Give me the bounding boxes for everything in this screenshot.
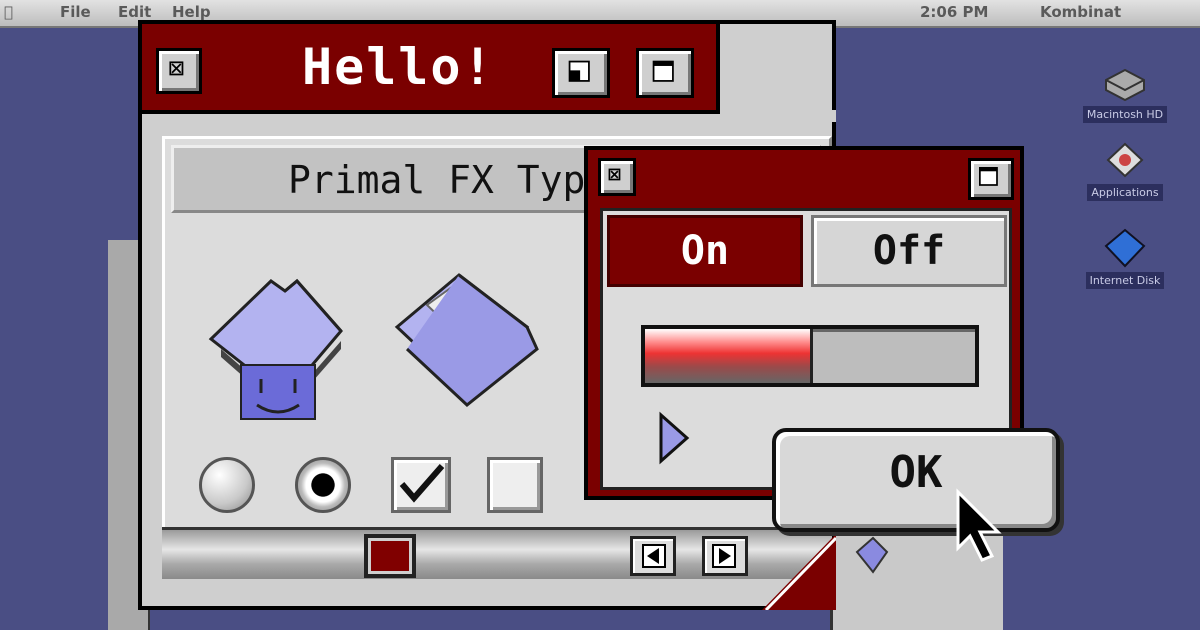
fx-header-label: Primal FX Typ <box>288 158 586 202</box>
desktop-item-apps[interactable]: Applications <box>1070 140 1180 201</box>
resize-handle[interactable] <box>762 534 836 610</box>
arrow-right-icon <box>712 544 736 568</box>
window-edge <box>720 110 836 122</box>
checkbox-unchecked[interactable] <box>487 457 543 513</box>
desktop-item-hd[interactable]: Macintosh HD <box>1070 62 1180 123</box>
zoom-icon <box>568 60 590 82</box>
menu-edit[interactable]: Edit <box>118 3 151 21</box>
scroll-thumb[interactable] <box>364 534 416 578</box>
collapse-button[interactable] <box>636 48 694 98</box>
menu-help[interactable]: Help <box>172 3 211 21</box>
open-folder-icon[interactable] <box>387 265 547 415</box>
segment-off[interactable]: Off <box>811 215 1007 287</box>
toggle-collapse-button[interactable] <box>968 158 1014 200</box>
collapse-icon <box>652 60 674 82</box>
close-button[interactable] <box>156 48 202 94</box>
zoom-button[interactable] <box>552 48 610 98</box>
arrow-left-icon <box>642 544 666 568</box>
close-icon <box>169 61 184 76</box>
disclosure-triangle-icon[interactable] <box>657 411 691 465</box>
toggle-close-button[interactable] <box>598 158 636 196</box>
checkmark-icon <box>399 464 445 503</box>
progress-fill <box>645 329 813 383</box>
folder-icon <box>855 536 889 574</box>
ok-button[interactable]: OK <box>772 428 1060 532</box>
scroll-left-button[interactable] <box>630 536 676 576</box>
progress-bar <box>641 325 979 387</box>
menu-file[interactable]: File <box>60 3 91 21</box>
collapse-icon <box>979 167 998 186</box>
menu-app-switcher[interactable]: Kombinat <box>1040 3 1121 21</box>
title-bar[interactable]: Hello! <box>142 24 720 114</box>
segment-on[interactable]: On <box>607 215 803 287</box>
horizontal-scrollbar[interactable] <box>162 527 832 579</box>
apple-menu-icon[interactable]:  <box>4 3 13 21</box>
scroll-right-button[interactable] <box>702 536 748 576</box>
radio-selected[interactable] <box>295 457 351 513</box>
hard-drive-icon <box>1102 62 1148 102</box>
finder-folder-icon[interactable] <box>201 269 351 429</box>
toggle-title-bar[interactable] <box>588 150 1020 204</box>
desktop-item-disk[interactable]: Internet Disk <box>1070 228 1180 289</box>
disk-icon <box>1102 228 1148 268</box>
menu-clock[interactable]: 2:06 PM <box>920 3 988 21</box>
cursor-icon <box>956 488 1002 562</box>
radio-unselected[interactable] <box>199 457 255 513</box>
application-icon <box>1102 140 1148 180</box>
checkbox-checked[interactable] <box>391 457 451 513</box>
close-icon <box>608 168 621 181</box>
window-title: Hello! <box>302 38 495 96</box>
